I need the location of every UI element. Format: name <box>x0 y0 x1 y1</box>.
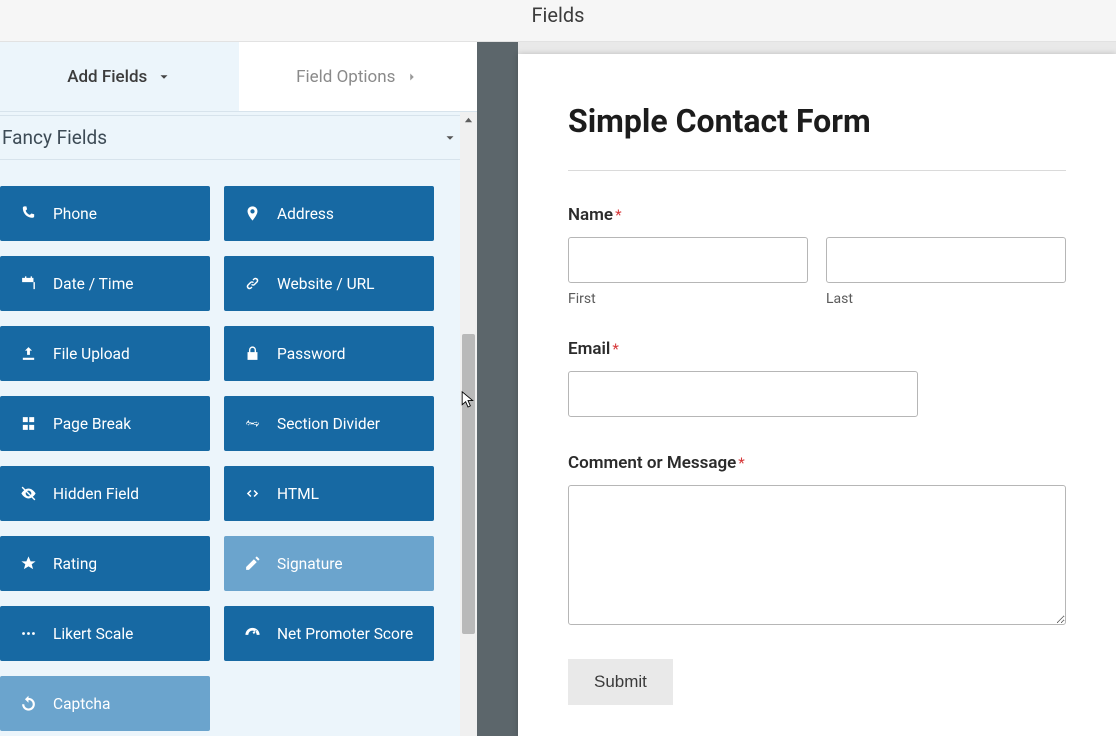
refresh-icon <box>20 695 37 712</box>
tab-field-options[interactable]: Field Options <box>239 42 478 111</box>
field-likert-scale[interactable]: Likert Scale <box>0 606 210 661</box>
field-label: Hidden Field <box>53 485 139 503</box>
first-name-input[interactable] <box>568 237 808 283</box>
chevron-down-icon <box>157 70 171 84</box>
divider-icon <box>244 415 261 432</box>
field-section-divider[interactable]: Section Divider <box>224 396 434 451</box>
phone-icon <box>20 205 37 222</box>
field-label: Signature <box>277 555 343 573</box>
code-icon <box>244 485 261 502</box>
group-title: Fancy Fields <box>2 126 107 149</box>
field-file-upload[interactable]: File Upload <box>0 326 210 381</box>
field-signature[interactable]: Signature <box>224 536 434 591</box>
sublabel-last: Last <box>826 291 1066 307</box>
field-label: Phone <box>53 205 97 223</box>
label-email: Email* <box>568 339 1066 359</box>
calendar-icon <box>20 275 37 292</box>
field-label: Rating <box>53 555 97 573</box>
tab-add-fields[interactable]: Add Fields <box>0 42 239 111</box>
field-captcha[interactable]: Captcha <box>0 676 210 731</box>
last-name-input[interactable] <box>826 237 1066 283</box>
field-net-promoter-score[interactable]: Net Promoter Score <box>224 606 434 661</box>
tab-add-fields-label: Add Fields <box>67 67 147 87</box>
scroll-up-arrow-icon[interactable] <box>460 112 477 129</box>
group-fancy-fields[interactable]: Fancy Fields <box>0 116 477 160</box>
sublabel-first: First <box>568 291 808 307</box>
gauge-icon <box>244 625 261 642</box>
field-label: Section Divider <box>277 415 380 433</box>
tab-field-options-label: Field Options <box>296 67 395 87</box>
field-phone[interactable]: Phone <box>0 186 210 241</box>
field-label: Address <box>277 205 334 223</box>
scrollbar[interactable] <box>460 112 477 736</box>
field-label: Net Promoter Score <box>277 625 413 643</box>
field-label: HTML <box>277 485 319 503</box>
email-input[interactable] <box>568 371 918 417</box>
link-icon <box>244 275 261 292</box>
required-mark: * <box>610 340 618 358</box>
field-label: File Upload <box>53 345 130 363</box>
field-rating[interactable]: Rating <box>0 536 210 591</box>
label-name: Name* <box>568 205 1066 225</box>
form-preview[interactable]: Simple Contact Form Name* First Last Ema… <box>518 54 1116 736</box>
field-label: Date / Time <box>53 275 134 293</box>
field-page-break[interactable]: Page Break <box>0 396 210 451</box>
field-label: Captcha <box>53 695 110 713</box>
field-hidden-field[interactable]: Hidden Field <box>0 466 210 521</box>
field-html[interactable]: HTML <box>224 466 434 521</box>
scrollbar-thumb[interactable] <box>462 334 475 634</box>
field-label: Likert Scale <box>53 625 133 643</box>
chevron-right-icon <box>405 70 419 84</box>
field-label: Page Break <box>53 415 131 433</box>
required-mark: * <box>736 454 744 472</box>
pen-icon <box>244 555 261 572</box>
required-mark: * <box>613 206 621 224</box>
divider <box>568 170 1066 171</box>
comment-textarea[interactable] <box>568 485 1066 625</box>
field-grid: Phone Address Date / Time Website / URL File… <box>0 160 477 736</box>
dots-icon <box>20 625 37 642</box>
field-label: Password <box>277 345 345 363</box>
hidden-icon <box>20 485 37 502</box>
chevron-down-icon <box>443 131 457 145</box>
field-website-url[interactable]: Website / URL <box>224 256 434 311</box>
submit-button[interactable]: Submit <box>568 659 673 705</box>
upload-icon <box>20 345 37 362</box>
pin-icon <box>244 205 261 222</box>
topbar: Fields <box>0 0 1116 42</box>
pagebreak-icon <box>20 415 37 432</box>
star-icon <box>20 555 37 572</box>
left-panel: Add Fields Field Options Fancy Fields Ph… <box>0 42 480 736</box>
preview-area: Simple Contact Form Name* First Last Ema… <box>480 42 1116 736</box>
lock-icon <box>244 345 261 362</box>
field-label: Website / URL <box>277 275 375 293</box>
label-comment: Comment or Message* <box>568 453 1066 473</box>
field-address[interactable]: Address <box>224 186 434 241</box>
field-date-time[interactable]: Date / Time <box>0 256 210 311</box>
sidebar-tabs: Add Fields Field Options <box>0 42 477 112</box>
form-title[interactable]: Simple Contact Form <box>568 102 1066 140</box>
field-password[interactable]: Password <box>224 326 434 381</box>
topbar-title: Fields <box>532 0 585 27</box>
